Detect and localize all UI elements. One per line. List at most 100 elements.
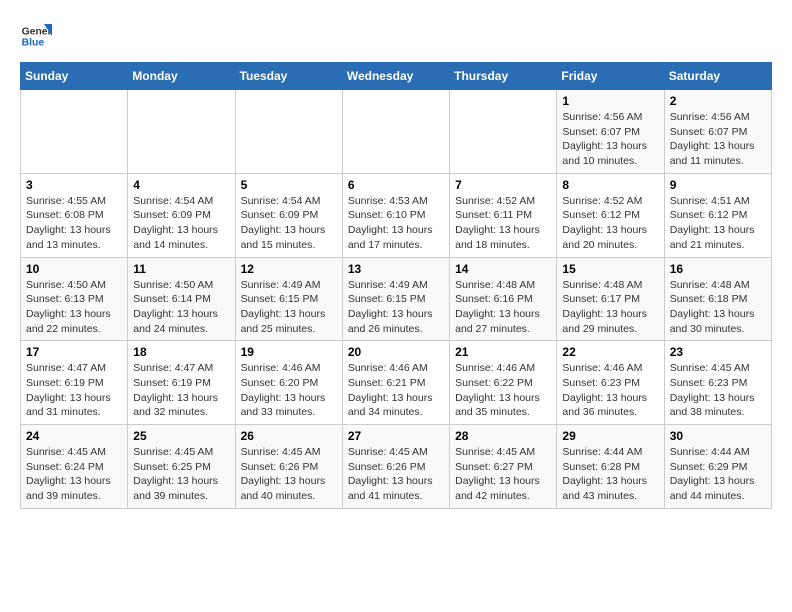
day-number: 7 bbox=[455, 178, 551, 192]
day-number: 13 bbox=[348, 262, 444, 276]
day-number: 26 bbox=[241, 429, 337, 443]
day-number: 25 bbox=[133, 429, 229, 443]
day-detail: Sunrise: 4:47 AM Sunset: 6:19 PM Dayligh… bbox=[26, 361, 122, 420]
day-detail: Sunrise: 4:44 AM Sunset: 6:28 PM Dayligh… bbox=[562, 445, 658, 504]
day-detail: Sunrise: 4:56 AM Sunset: 6:07 PM Dayligh… bbox=[562, 110, 658, 169]
day-number: 9 bbox=[670, 178, 766, 192]
calendar-week-row: 24Sunrise: 4:45 AM Sunset: 6:24 PM Dayli… bbox=[21, 425, 772, 509]
svg-text:Blue: Blue bbox=[22, 38, 45, 49]
logo: General Blue bbox=[20, 20, 52, 52]
calendar-cell: 28 Sunrise: 4:45 AM Sunset: 6:27 PM Dayli… bbox=[450, 425, 557, 509]
day-detail: Sunrise: 4:44 AM Sunset: 6:29 PM Dayligh… bbox=[670, 445, 766, 504]
day-number: 21 bbox=[455, 345, 551, 359]
column-header-friday: Friday bbox=[557, 63, 664, 90]
calendar-cell: 12 Sunrise: 4:49 AM Sunset: 6:15 PM Dayli… bbox=[235, 257, 342, 341]
calendar-cell: 23 Sunrise: 4:45 AM Sunset: 6:23 PM Dayli… bbox=[664, 341, 771, 425]
calendar-cell: 16 Sunrise: 4:48 AM Sunset: 6:18 PM Dayli… bbox=[664, 257, 771, 341]
logo-icon: General Blue bbox=[20, 20, 52, 52]
day-number: 12 bbox=[241, 262, 337, 276]
calendar-cell: 17 Sunrise: 4:47 AM Sunset: 6:19 PM Dayli… bbox=[21, 341, 128, 425]
day-detail: Sunrise: 4:50 AM Sunset: 6:14 PM Dayligh… bbox=[133, 278, 229, 337]
day-number: 22 bbox=[562, 345, 658, 359]
day-detail: Sunrise: 4:45 AM Sunset: 6:26 PM Dayligh… bbox=[241, 445, 337, 504]
day-detail: Sunrise: 4:48 AM Sunset: 6:17 PM Dayligh… bbox=[562, 278, 658, 337]
day-number: 19 bbox=[241, 345, 337, 359]
day-detail: Sunrise: 4:52 AM Sunset: 6:12 PM Dayligh… bbox=[562, 194, 658, 253]
calendar-cell: 14Sunrise: 4:48 AM Sunset: 6:16 PM Dayli… bbox=[450, 257, 557, 341]
day-number: 10 bbox=[26, 262, 122, 276]
day-detail: Sunrise: 4:49 AM Sunset: 6:15 PM Dayligh… bbox=[348, 278, 444, 337]
calendar-cell: 3 Sunrise: 4:55 AM Sunset: 6:08 PM Daylig… bbox=[21, 173, 128, 257]
calendar-week-row: 17 Sunrise: 4:47 AM Sunset: 6:19 PM Dayli… bbox=[21, 341, 772, 425]
column-header-sunday: Sunday bbox=[21, 63, 128, 90]
day-detail: Sunrise: 4:52 AM Sunset: 6:11 PM Dayligh… bbox=[455, 194, 551, 253]
calendar-cell: 4Sunrise: 4:54 AM Sunset: 6:09 PM Daylig… bbox=[128, 173, 235, 257]
day-number: 8 bbox=[562, 178, 658, 192]
calendar-week-row: 10 Sunrise: 4:50 AM Sunset: 6:13 PM Dayli… bbox=[21, 257, 772, 341]
calendar-cell: 11 Sunrise: 4:50 AM Sunset: 6:14 PM Dayli… bbox=[128, 257, 235, 341]
calendar-cell: 10 Sunrise: 4:50 AM Sunset: 6:13 PM Dayli… bbox=[21, 257, 128, 341]
calendar-cell: 26 Sunrise: 4:45 AM Sunset: 6:26 PM Dayli… bbox=[235, 425, 342, 509]
calendar-table: SundayMondayTuesdayWednesdayThursdayFrid… bbox=[20, 62, 772, 509]
day-number: 17 bbox=[26, 345, 122, 359]
day-number: 30 bbox=[670, 429, 766, 443]
calendar-cell: 6 Sunrise: 4:53 AM Sunset: 6:10 PM Daylig… bbox=[342, 173, 449, 257]
calendar-cell: 22 Sunrise: 4:46 AM Sunset: 6:23 PM Dayli… bbox=[557, 341, 664, 425]
calendar-cell bbox=[342, 90, 449, 174]
calendar-cell: 1Sunrise: 4:56 AM Sunset: 6:07 PM Daylig… bbox=[557, 90, 664, 174]
page-header: General Blue bbox=[20, 20, 772, 52]
day-number: 6 bbox=[348, 178, 444, 192]
day-number: 23 bbox=[670, 345, 766, 359]
day-number: 15 bbox=[562, 262, 658, 276]
day-number: 29 bbox=[562, 429, 658, 443]
day-number: 20 bbox=[348, 345, 444, 359]
day-number: 16 bbox=[670, 262, 766, 276]
calendar-cell bbox=[235, 90, 342, 174]
day-number: 18 bbox=[133, 345, 229, 359]
day-detail: Sunrise: 4:46 AM Sunset: 6:22 PM Dayligh… bbox=[455, 361, 551, 420]
day-number: 27 bbox=[348, 429, 444, 443]
calendar-cell: 20 Sunrise: 4:46 AM Sunset: 6:21 PM Dayli… bbox=[342, 341, 449, 425]
day-detail: Sunrise: 4:50 AM Sunset: 6:13 PM Dayligh… bbox=[26, 278, 122, 337]
calendar-cell: 18 Sunrise: 4:47 AM Sunset: 6:19 PM Dayli… bbox=[128, 341, 235, 425]
calendar-cell: 27 Sunrise: 4:45 AM Sunset: 6:26 PM Dayli… bbox=[342, 425, 449, 509]
day-detail: Sunrise: 4:46 AM Sunset: 6:20 PM Dayligh… bbox=[241, 361, 337, 420]
day-number: 24 bbox=[26, 429, 122, 443]
day-detail: Sunrise: 4:54 AM Sunset: 6:09 PM Dayligh… bbox=[241, 194, 337, 253]
calendar-cell: 21 Sunrise: 4:46 AM Sunset: 6:22 PM Dayli… bbox=[450, 341, 557, 425]
calendar-cell: 30 Sunrise: 4:44 AM Sunset: 6:29 PM Dayli… bbox=[664, 425, 771, 509]
calendar-cell bbox=[450, 90, 557, 174]
calendar-cell: 13 Sunrise: 4:49 AM Sunset: 6:15 PM Dayli… bbox=[342, 257, 449, 341]
calendar-week-row: 3 Sunrise: 4:55 AM Sunset: 6:08 PM Daylig… bbox=[21, 173, 772, 257]
column-header-saturday: Saturday bbox=[664, 63, 771, 90]
day-detail: Sunrise: 4:56 AM Sunset: 6:07 PM Dayligh… bbox=[670, 110, 766, 169]
day-number: 3 bbox=[26, 178, 122, 192]
calendar-cell: 8 Sunrise: 4:52 AM Sunset: 6:12 PM Daylig… bbox=[557, 173, 664, 257]
calendar-cell bbox=[128, 90, 235, 174]
day-detail: Sunrise: 4:45 AM Sunset: 6:23 PM Dayligh… bbox=[670, 361, 766, 420]
day-detail: Sunrise: 4:48 AM Sunset: 6:16 PM Dayligh… bbox=[455, 278, 551, 337]
day-detail: Sunrise: 4:45 AM Sunset: 6:26 PM Dayligh… bbox=[348, 445, 444, 504]
day-detail: Sunrise: 4:48 AM Sunset: 6:18 PM Dayligh… bbox=[670, 278, 766, 337]
calendar-cell: 7 Sunrise: 4:52 AM Sunset: 6:11 PM Daylig… bbox=[450, 173, 557, 257]
column-header-wednesday: Wednesday bbox=[342, 63, 449, 90]
day-detail: Sunrise: 4:46 AM Sunset: 6:21 PM Dayligh… bbox=[348, 361, 444, 420]
day-detail: Sunrise: 4:47 AM Sunset: 6:19 PM Dayligh… bbox=[133, 361, 229, 420]
day-detail: Sunrise: 4:45 AM Sunset: 6:25 PM Dayligh… bbox=[133, 445, 229, 504]
day-number: 11 bbox=[133, 262, 229, 276]
calendar-header-row: SundayMondayTuesdayWednesdayThursdayFrid… bbox=[21, 63, 772, 90]
calendar-cell: 15 Sunrise: 4:48 AM Sunset: 6:17 PM Dayli… bbox=[557, 257, 664, 341]
day-detail: Sunrise: 4:49 AM Sunset: 6:15 PM Dayligh… bbox=[241, 278, 337, 337]
day-detail: Sunrise: 4:53 AM Sunset: 6:10 PM Dayligh… bbox=[348, 194, 444, 253]
day-detail: Sunrise: 4:46 AM Sunset: 6:23 PM Dayligh… bbox=[562, 361, 658, 420]
day-number: 5 bbox=[241, 178, 337, 192]
day-number: 28 bbox=[455, 429, 551, 443]
calendar-cell: 5 Sunrise: 4:54 AM Sunset: 6:09 PM Daylig… bbox=[235, 173, 342, 257]
day-detail: Sunrise: 4:45 AM Sunset: 6:27 PM Dayligh… bbox=[455, 445, 551, 504]
calendar-cell: 25 Sunrise: 4:45 AM Sunset: 6:25 PM Dayli… bbox=[128, 425, 235, 509]
day-number: 4 bbox=[133, 178, 229, 192]
column-header-monday: Monday bbox=[128, 63, 235, 90]
column-header-thursday: Thursday bbox=[450, 63, 557, 90]
day-detail: Sunrise: 4:51 AM Sunset: 6:12 PM Dayligh… bbox=[670, 194, 766, 253]
day-detail: Sunrise: 4:55 AM Sunset: 6:08 PM Dayligh… bbox=[26, 194, 122, 253]
